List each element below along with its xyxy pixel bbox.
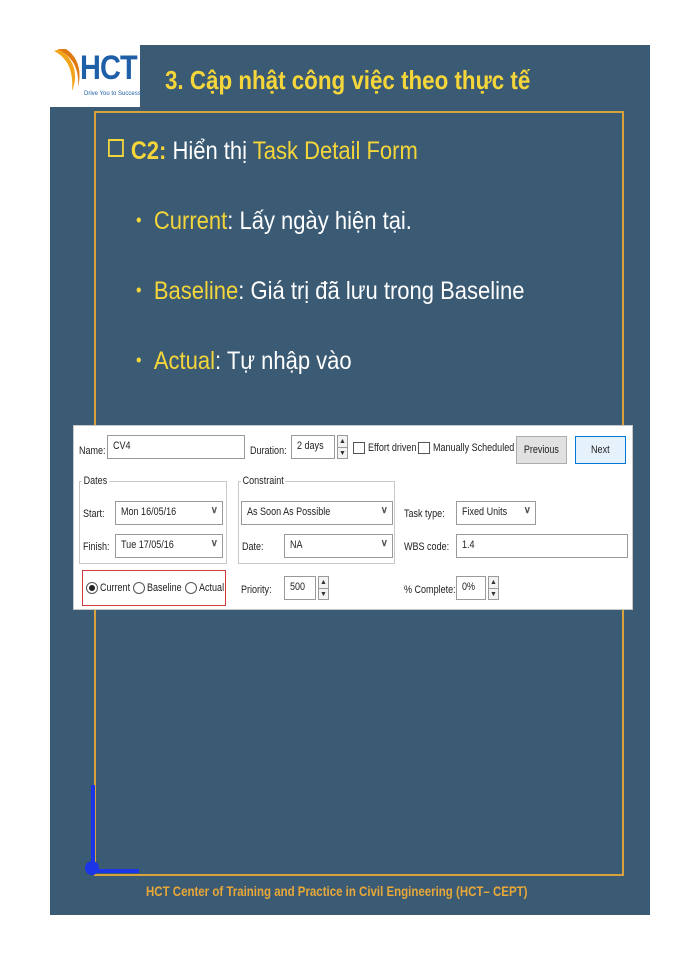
chevron-down-icon: ∨	[380, 538, 388, 549]
constraint-type-select[interactable]: As Soon As Possible ∨	[241, 501, 393, 525]
name-input[interactable]: CV4	[107, 435, 245, 459]
subtitle-highlight: Task Detail Form	[252, 137, 418, 165]
date-label: Date:	[242, 541, 264, 553]
bullet-key: Baseline	[153, 277, 239, 305]
finish-label: Finish:	[83, 541, 110, 553]
duration-stepper[interactable]: ▲ ▼	[337, 435, 348, 459]
wbs-code-input[interactable]: 1.4	[456, 534, 628, 558]
dates-group-title: Dates	[82, 475, 109, 487]
bullet-key: Actual	[153, 347, 216, 375]
current-radio[interactable]	[86, 582, 98, 594]
chevron-down-icon: ∨	[210, 505, 218, 516]
next-button[interactable]: Next	[575, 436, 626, 464]
previous-button[interactable]: Previous	[516, 436, 567, 464]
baseline-radio-label[interactable]: Baseline	[147, 582, 182, 594]
bullet-actual: • Actual: Tự nhập vào	[136, 347, 352, 376]
duration-label: Duration:	[250, 445, 287, 457]
task-type-label: Task type:	[404, 508, 445, 520]
duration-input[interactable]: 2 days	[291, 435, 335, 459]
chevron-down-icon: ∨	[523, 505, 531, 516]
manually-scheduled-checkbox[interactable]	[418, 442, 430, 454]
chevron-down-icon: ∨	[380, 505, 388, 516]
blue-accent-dot	[85, 861, 99, 875]
actual-radio[interactable]	[185, 582, 197, 594]
name-label: Name:	[79, 445, 106, 457]
stepper-up-icon[interactable]: ▲	[489, 577, 498, 588]
stepper-down-icon[interactable]: ▼	[319, 588, 328, 599]
start-date-picker[interactable]: Mon 16/05/16 ∨	[115, 501, 223, 525]
stepper-down-icon[interactable]: ▼	[338, 447, 347, 458]
wbs-code-label: WBS code:	[404, 541, 450, 553]
priority-input[interactable]: 500	[284, 576, 316, 600]
bullet-dot-icon: •	[136, 350, 142, 370]
logo-text: HCT	[80, 49, 138, 87]
subtitle: C2: Hiển thị Task Detail Form	[108, 137, 418, 166]
percent-complete-label: % Complete:	[404, 584, 456, 596]
stepper-up-icon[interactable]: ▲	[319, 577, 328, 588]
bullet-key: Current	[153, 207, 228, 235]
current-radio-label[interactable]: Current	[100, 582, 130, 594]
bullet-text: : Tự nhập vào	[215, 347, 352, 375]
start-label: Start:	[83, 508, 105, 520]
subtitle-text: Hiển thị	[166, 137, 253, 165]
chevron-down-icon: ∨	[210, 538, 218, 549]
bullet-text: : Lấy ngày hiện tại.	[227, 207, 412, 235]
blue-accent-vertical	[91, 785, 95, 871]
task-type-select[interactable]: Fixed Units ∨	[456, 501, 536, 525]
baseline-radio[interactable]	[133, 582, 145, 594]
percent-complete-input[interactable]: 0%	[456, 576, 486, 600]
bullet-text: : Giá trị đã lưu trong Baseline	[238, 277, 525, 305]
slide-title: 3. Cập nhật công việc theo thực tế	[165, 65, 531, 95]
bullet-dot-icon: •	[136, 280, 142, 300]
subtitle-prefix: C2:	[130, 137, 167, 165]
priority-stepper[interactable]: ▲ ▼	[318, 576, 329, 600]
stepper-down-icon[interactable]: ▼	[489, 588, 498, 599]
manually-scheduled-label: Manually Scheduled	[433, 442, 515, 454]
bullet-current: • Current: Lấy ngày hiện tại.	[136, 207, 412, 236]
logo-tagline: Drive You to Success	[84, 91, 141, 97]
bullet-baseline: • Baseline: Giá trị đã lưu trong Baseline	[136, 277, 524, 306]
finish-date-picker[interactable]: Tue 17/05/16 ∨	[115, 534, 223, 558]
priority-label: Priority:	[241, 584, 272, 596]
percent-complete-stepper[interactable]: ▲ ▼	[488, 576, 499, 600]
bullet-dot-icon: •	[136, 210, 142, 230]
effort-driven-checkbox[interactable]	[353, 442, 365, 454]
stepper-up-icon[interactable]: ▲	[338, 436, 347, 447]
logo-swoosh-icon	[54, 49, 80, 91]
actual-radio-label[interactable]: Actual	[199, 582, 224, 594]
constraint-group-title: Constraint	[241, 475, 286, 487]
constraint-date-picker[interactable]: NA ∨	[284, 534, 393, 558]
footer: HCT Center of Training and Practice in C…	[146, 883, 528, 899]
checkbox-bullet-icon	[108, 139, 124, 157]
task-detail-form: Name: CV4 Duration: 2 days ▲ ▼ Effort dri…	[73, 425, 633, 610]
effort-driven-label: Effort driven	[368, 442, 417, 454]
hct-logo: HCT Drive You to Success	[50, 45, 141, 107]
